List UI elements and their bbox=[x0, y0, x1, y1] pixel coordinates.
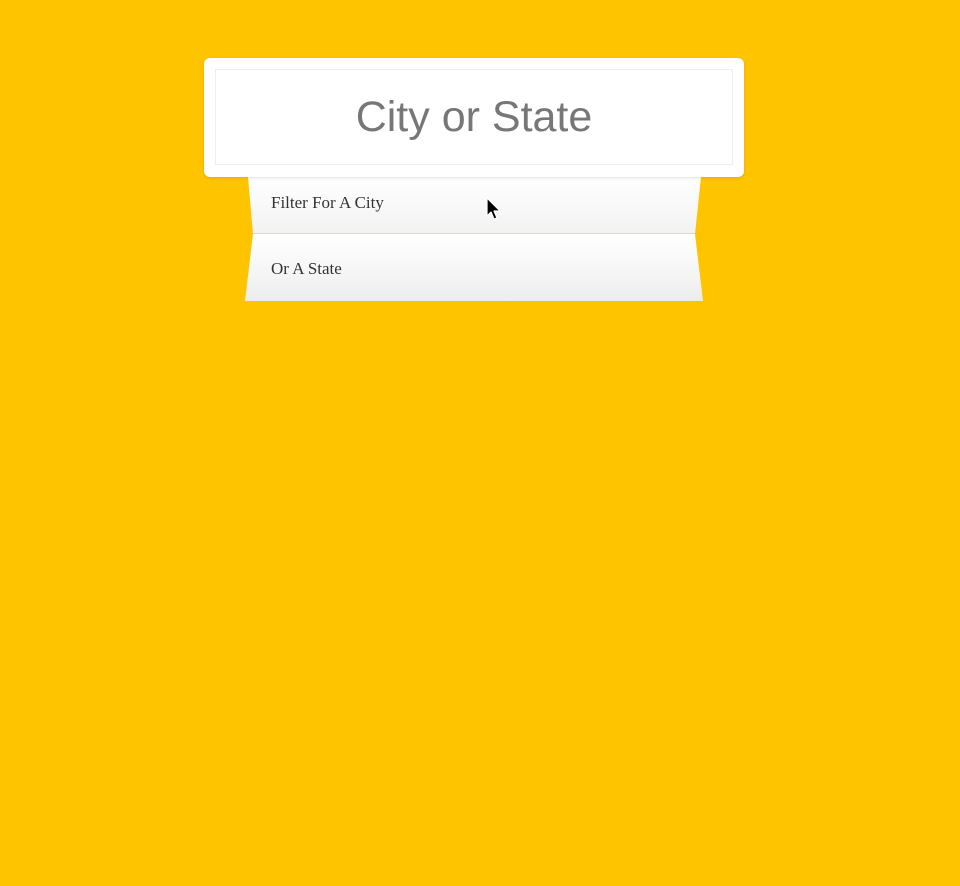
suggestion-item-label: Filter For A City bbox=[271, 192, 384, 212]
suggestion-item-city[interactable]: Filter For A City bbox=[248, 177, 701, 234]
search-input[interactable] bbox=[215, 69, 733, 165]
suggestion-list: Filter For A City Or A State bbox=[245, 177, 703, 301]
divider bbox=[253, 233, 695, 234]
search-card bbox=[204, 58, 744, 177]
suggestion-item-label: Or A State bbox=[271, 258, 342, 278]
suggestion-item-state[interactable]: Or A State bbox=[245, 234, 703, 301]
